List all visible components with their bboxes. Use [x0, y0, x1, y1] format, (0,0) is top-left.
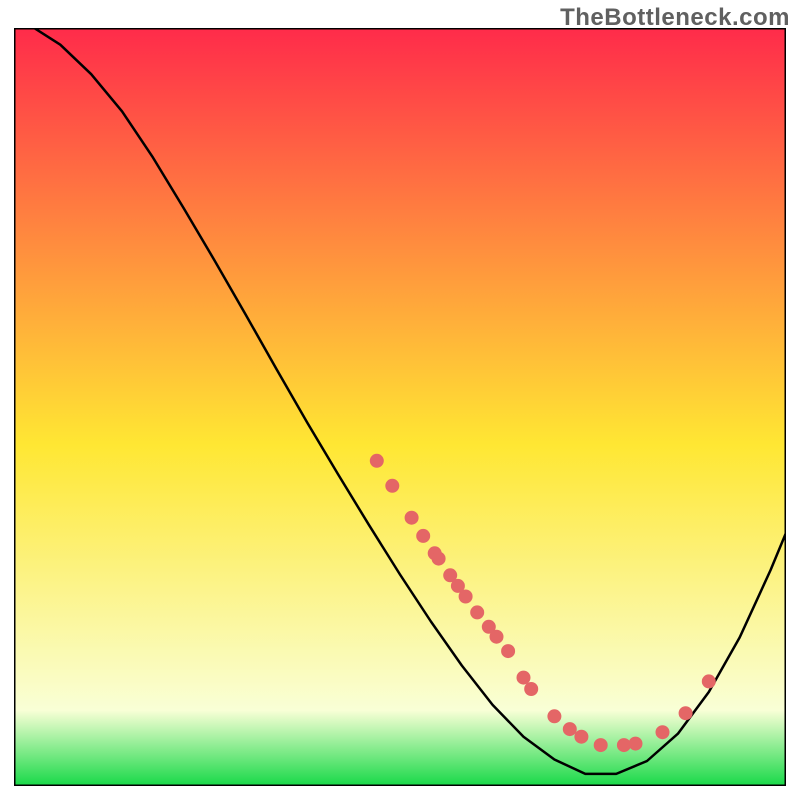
data-dot — [417, 529, 430, 542]
data-dot — [386, 479, 399, 492]
chart-stage: TheBottleneck.com — [0, 0, 800, 800]
data-dot — [594, 739, 607, 752]
data-dot — [629, 737, 642, 750]
data-dot — [525, 683, 538, 696]
data-dot — [656, 726, 669, 739]
data-dot — [370, 454, 383, 467]
data-dot — [471, 606, 484, 619]
data-dot — [679, 707, 692, 720]
chart-svg — [14, 28, 786, 786]
data-dot — [548, 710, 561, 723]
data-dot — [405, 511, 418, 524]
data-dot — [502, 645, 515, 658]
plot-area — [14, 28, 786, 786]
data-dot — [459, 590, 472, 603]
data-dot — [563, 723, 576, 736]
data-dot — [432, 552, 445, 565]
gradient-background — [14, 28, 786, 786]
data-dot — [575, 730, 588, 743]
data-dot — [517, 671, 530, 684]
data-dot — [490, 630, 503, 643]
data-dot — [702, 675, 715, 688]
data-dot — [617, 739, 630, 752]
